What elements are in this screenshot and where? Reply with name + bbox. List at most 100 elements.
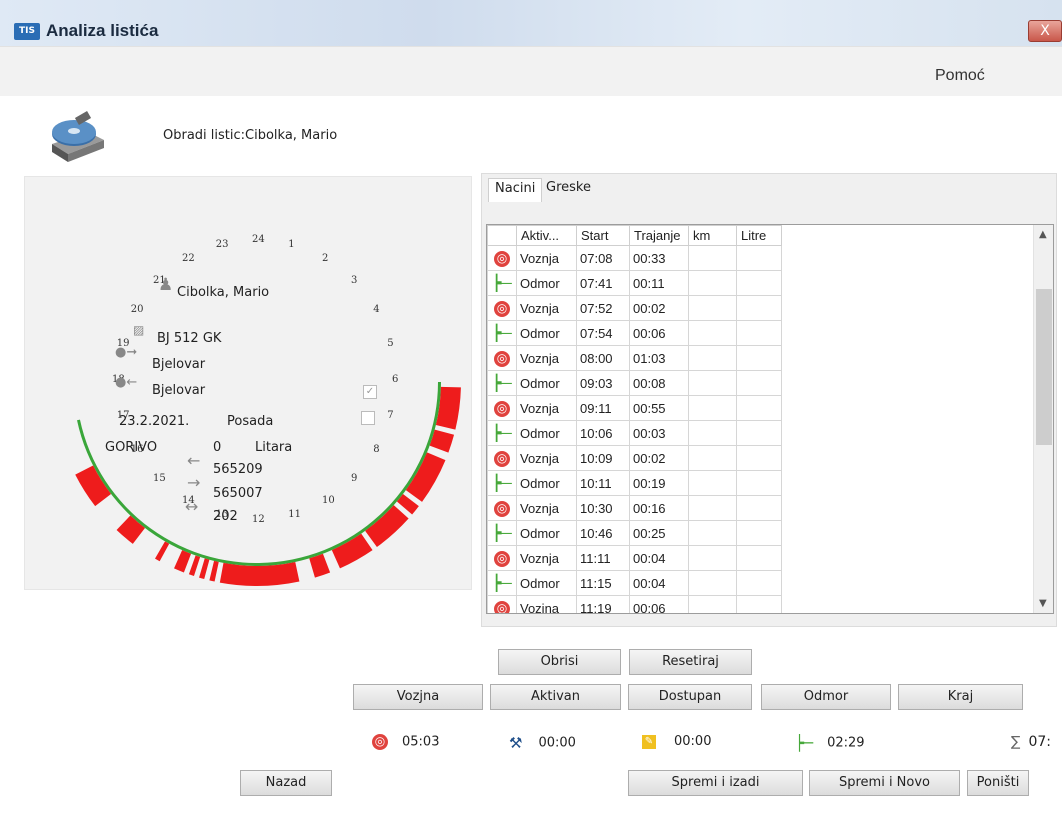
cell-activity[interactable]: Voznja bbox=[516, 445, 577, 471]
obrisi-button[interactable]: Obrisi bbox=[498, 649, 621, 675]
cell-activity[interactable]: Odmor bbox=[516, 470, 577, 496]
cell-duration[interactable]: 00:02 bbox=[629, 445, 689, 471]
scroll-down-icon[interactable]: ▼ bbox=[1039, 598, 1047, 609]
table-row[interactable]: ◎ Vozjna 11:19 00:06 bbox=[487, 595, 782, 613]
scrollbar-thumb[interactable] bbox=[1036, 289, 1052, 445]
cell-duration[interactable]: 00:19 bbox=[629, 470, 689, 496]
cell-start[interactable]: 10:46 bbox=[576, 520, 630, 546]
cell-start[interactable]: 07:52 bbox=[576, 295, 630, 321]
cell-km[interactable] bbox=[688, 245, 737, 271]
aktivan-button[interactable]: Aktivan bbox=[490, 684, 621, 710]
cell-duration[interactable]: 00:06 bbox=[629, 595, 689, 613]
cell-km[interactable] bbox=[688, 370, 737, 396]
cell-km[interactable] bbox=[688, 545, 737, 571]
spremi-izadi-button[interactable]: Spremi i izadi bbox=[628, 770, 803, 796]
cell-activity[interactable]: Odmor bbox=[516, 270, 577, 296]
cell-litre[interactable] bbox=[736, 320, 782, 346]
cell-km[interactable] bbox=[688, 420, 737, 446]
ponisti-button[interactable]: Poništi bbox=[967, 770, 1029, 796]
cell-duration[interactable]: 00:04 bbox=[629, 570, 689, 596]
cell-start[interactable]: 08:00 bbox=[576, 345, 630, 371]
spremi-novo-button[interactable]: Spremi i Novo bbox=[809, 770, 960, 796]
table-row[interactable]: ┝─ Odmor 10:06 00:03 bbox=[487, 420, 782, 446]
cell-start[interactable]: 11:15 bbox=[576, 570, 630, 596]
cell-activity[interactable]: Odmor bbox=[516, 570, 577, 596]
table-row[interactable]: ◎ Voznja 10:09 00:02 bbox=[487, 445, 782, 471]
cell-start[interactable]: 09:03 bbox=[576, 370, 630, 396]
scroll-up-icon[interactable]: ▲ bbox=[1039, 229, 1047, 240]
cell-start[interactable]: 07:41 bbox=[576, 270, 630, 296]
tab-nacini[interactable]: Nacini bbox=[488, 178, 543, 202]
cell-km[interactable] bbox=[688, 520, 737, 546]
close-button[interactable]: X bbox=[1028, 20, 1062, 42]
cell-start[interactable]: 09:11 bbox=[576, 395, 630, 421]
cell-start[interactable]: 11:19 bbox=[576, 595, 630, 613]
table-scrollbar[interactable]: ▲ ▼ bbox=[1033, 225, 1053, 613]
column-header[interactable]: Start bbox=[576, 225, 630, 246]
cell-activity[interactable]: Voznja bbox=[516, 395, 577, 421]
cell-litre[interactable] bbox=[736, 570, 782, 596]
table-row[interactable]: ◎ Voznja 09:11 00:55 bbox=[487, 395, 782, 421]
cell-litre[interactable] bbox=[736, 295, 782, 321]
cell-litre[interactable] bbox=[736, 395, 782, 421]
table-row[interactable]: ◎ Voznja 07:52 00:02 bbox=[487, 295, 782, 321]
cell-km[interactable] bbox=[688, 470, 737, 496]
cell-litre[interactable] bbox=[736, 595, 782, 613]
cell-km[interactable] bbox=[688, 445, 737, 471]
table-row[interactable]: ┝─ Odmor 10:46 00:25 bbox=[487, 520, 782, 546]
cell-km[interactable] bbox=[688, 270, 737, 296]
cell-activity[interactable]: Odmor bbox=[516, 420, 577, 446]
cell-km[interactable] bbox=[688, 395, 737, 421]
cell-activity[interactable]: Voznja bbox=[516, 295, 577, 321]
cell-km[interactable] bbox=[688, 320, 737, 346]
cell-litre[interactable] bbox=[736, 470, 782, 496]
cell-duration[interactable]: 00:25 bbox=[629, 520, 689, 546]
table-row[interactable]: ┝─ Odmor 07:54 00:06 bbox=[487, 320, 782, 346]
crew-checkbox-checked[interactable]: ✓ bbox=[363, 385, 377, 399]
cell-start[interactable]: 10:06 bbox=[576, 420, 630, 446]
cell-litre[interactable] bbox=[736, 545, 782, 571]
column-header[interactable]: km bbox=[688, 225, 737, 246]
cell-activity[interactable]: Voznja bbox=[516, 545, 577, 571]
cell-duration[interactable]: 00:16 bbox=[629, 495, 689, 521]
column-header[interactable]: Trajanje bbox=[629, 225, 689, 246]
odmor-button[interactable]: Odmor bbox=[761, 684, 891, 710]
cell-litre[interactable] bbox=[736, 345, 782, 371]
cell-activity[interactable]: Voznja bbox=[516, 495, 577, 521]
nazad-button[interactable]: Nazad bbox=[240, 770, 332, 796]
cell-km[interactable] bbox=[688, 495, 737, 521]
cell-litre[interactable] bbox=[736, 270, 782, 296]
help-menu[interactable]: Pomoć bbox=[935, 67, 985, 85]
cell-activity[interactable]: Voznja bbox=[516, 345, 577, 371]
cell-start[interactable]: 07:54 bbox=[576, 320, 630, 346]
cell-litre[interactable] bbox=[736, 445, 782, 471]
cell-start[interactable]: 10:11 bbox=[576, 470, 630, 496]
tab-greske[interactable]: Greske bbox=[540, 178, 597, 202]
cell-activity[interactable]: Odmor bbox=[516, 320, 577, 346]
cell-start[interactable]: 11:11 bbox=[576, 545, 630, 571]
table-row[interactable]: ◎ Voznja 11:11 00:04 bbox=[487, 545, 782, 571]
cell-litre[interactable] bbox=[736, 245, 782, 271]
table-row[interactable]: ┝─ Odmor 10:11 00:19 bbox=[487, 470, 782, 496]
column-header[interactable]: Litre bbox=[736, 225, 782, 246]
cell-litre[interactable] bbox=[736, 420, 782, 446]
table-row[interactable]: ┝─ Odmor 11:15 00:04 bbox=[487, 570, 782, 596]
table-row[interactable]: ◎ Voznja 07:08 00:33 bbox=[487, 245, 782, 271]
cell-km[interactable] bbox=[688, 595, 737, 613]
cell-activity[interactable]: Odmor bbox=[516, 520, 577, 546]
cell-start[interactable]: 07:08 bbox=[576, 245, 630, 271]
table-row[interactable]: ┝─ Odmor 09:03 00:08 bbox=[487, 370, 782, 396]
cell-duration[interactable]: 00:06 bbox=[629, 320, 689, 346]
cell-duration[interactable]: 00:55 bbox=[629, 395, 689, 421]
cell-duration[interactable]: 00:02 bbox=[629, 295, 689, 321]
cell-activity[interactable]: Voznja bbox=[516, 245, 577, 271]
table-row[interactable]: ┝─ Odmor 07:41 00:11 bbox=[487, 270, 782, 296]
crew-checkbox[interactable] bbox=[361, 411, 375, 425]
cell-duration[interactable]: 00:04 bbox=[629, 545, 689, 571]
kraj-button[interactable]: Kraj bbox=[898, 684, 1023, 710]
cell-activity[interactable]: Odmor bbox=[516, 370, 577, 396]
cell-start[interactable]: 10:09 bbox=[576, 445, 630, 471]
cell-litre[interactable] bbox=[736, 520, 782, 546]
table-row[interactable]: ◎ Voznja 10:30 00:16 bbox=[487, 495, 782, 521]
vozjna-button[interactable]: Vozjna bbox=[353, 684, 483, 710]
